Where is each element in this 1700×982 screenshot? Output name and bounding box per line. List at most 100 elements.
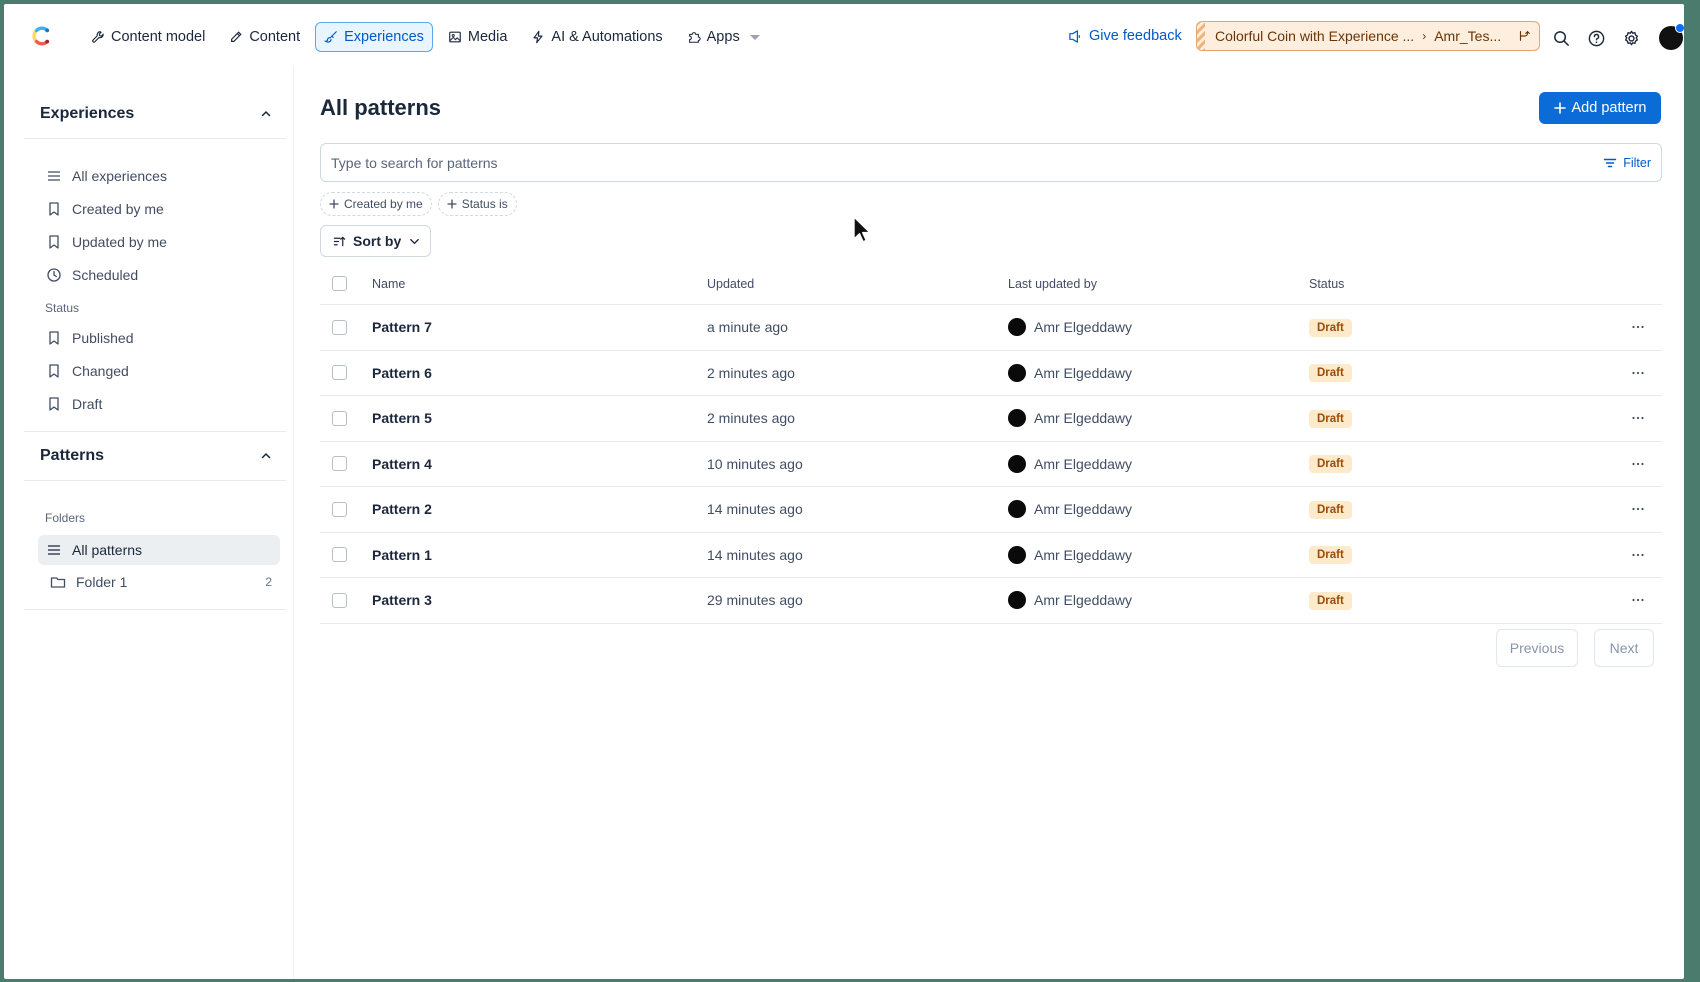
table-row[interactable]: Pattern 2 14 minutes ago Amr Elgeddawy Draf… [320,487,1662,533]
table-row[interactable]: Pattern 4 10 minutes ago Amr Elgeddawy Draf… [320,442,1662,487]
add-pattern-label: Add pattern [1571,100,1647,116]
image-icon [449,31,461,43]
nav-experiences[interactable]: Experiences [315,22,433,52]
folder-icon [50,577,66,588]
sidebar-item-updated-by-me[interactable]: Updated by me [38,227,280,257]
more-options-icon[interactable] [1630,456,1646,472]
row-checkbox[interactable] [332,319,347,335]
main-content: All patterns Add pattern Filter Created … [294,67,1684,979]
list-icon [48,545,60,555]
pattern-name[interactable]: Pattern 5 [372,410,432,426]
app-window: Content model Content Experiences Media … [4,4,1684,979]
sidebar-item-all-experiences[interactable]: All experiences [38,161,280,191]
table-row[interactable]: Pattern 7 a minute ago Amr Elgeddawy Draft [320,305,1662,351]
sidebar-item-published[interactable]: Published [38,323,280,353]
column-name[interactable]: Name [372,277,405,291]
more-options-icon[interactable] [1630,501,1646,517]
sidebar-item-scheduled[interactable]: Scheduled [38,260,280,290]
puzzle-icon [688,32,701,43]
chip-created-by-me[interactable]: Created by me [320,192,432,216]
column-last-updated-by[interactable]: Last updated by [1008,277,1097,291]
select-all-checkbox[interactable] [332,276,347,291]
row-checkbox[interactable] [332,592,347,608]
sidebar-item-changed[interactable]: Changed [38,356,280,386]
nav-content-model[interactable]: Content model [82,22,214,52]
user-name: Amr Elgeddawy [1034,455,1133,472]
more-options-icon[interactable] [1630,410,1646,426]
bookmark-icon [49,397,59,411]
status-badge: Draft [1309,591,1352,610]
column-status[interactable]: Status [1309,277,1344,291]
row-checkbox[interactable] [332,365,347,381]
more-options-icon[interactable] [1630,547,1646,563]
env-space-name: Colorful Coin with Experience ... [1215,28,1415,44]
table-row[interactable]: Pattern 5 2 minutes ago Amr Elgeddawy Draft [320,396,1662,442]
row-checkbox[interactable] [332,410,347,426]
sort-by-button[interactable]: Sort by [320,225,431,257]
pattern-name[interactable]: Pattern 6 [372,365,432,381]
help-icon[interactable] [1587,29,1606,48]
pagination: Previous Next [1496,629,1654,667]
column-updated[interactable]: Updated [707,277,754,291]
next-button[interactable]: Next [1594,629,1654,667]
updated-time: 2 minutes ago [707,410,795,427]
status-badge: Draft [1309,500,1352,519]
table-row[interactable]: Pattern 6 2 minutes ago Amr Elgeddawy Draft [320,351,1662,396]
sidebar-item-label: Scheduled [72,267,139,283]
pattern-name[interactable]: Pattern 3 [372,592,432,608]
user-name: Amr Elgeddawy [1034,319,1133,336]
search-icon[interactable] [1552,29,1571,48]
nav-media[interactable]: Media [439,22,517,52]
chevron-up-icon[interactable] [260,108,272,120]
give-feedback-link[interactable]: Give feedback [1068,28,1182,44]
nav-ai-automations[interactable]: AI & Automations [522,22,671,52]
status-badge: Draft [1309,318,1352,337]
pattern-name[interactable]: Pattern 2 [372,501,432,517]
gear-icon[interactable] [1622,29,1641,48]
experiences-section-header[interactable]: Experiences [24,89,286,139]
folders-label: Folders [45,511,86,525]
pattern-name[interactable]: Pattern 4 [372,456,432,472]
last-updated-by: Amr Elgeddawy [1008,591,1133,610]
nav-content[interactable]: Content [220,22,309,52]
status-badge: Draft [1309,409,1352,428]
status-badge: Draft [1309,364,1352,383]
last-updated-by: Amr Elgeddawy [1008,500,1133,519]
sidebar-item-folder-1[interactable]: Folder 1 2 [38,567,280,597]
chevron-right-icon: › [1422,29,1427,43]
user-name: Amr Elgeddawy [1034,501,1133,518]
last-updated-by: Amr Elgeddawy [1008,363,1132,382]
sidebar-item-draft[interactable]: Draft [38,389,280,419]
table-row[interactable]: Pattern 1 14 minutes ago Amr Elgeddawy Draf… [320,533,1662,578]
patterns-section-header[interactable]: Patterns [24,431,286,481]
table-row[interactable]: Pattern 3 29 minutes ago Amr Elgeddawy Draf… [320,578,1662,624]
sidebar-item-all-patterns[interactable]: All patterns [38,535,280,565]
row-checkbox[interactable] [332,547,347,563]
chevron-up-icon[interactable] [260,450,272,462]
nav-label: Content [249,29,301,45]
environment-switcher[interactable]: Colorful Coin with Experience ... › Amr_… [1196,21,1540,51]
contentful-logo-icon[interactable] [28,24,52,48]
chip-status-is[interactable]: Status is [437,192,517,216]
pattern-name[interactable]: Pattern 1 [372,547,432,563]
pattern-name[interactable]: Pattern 7 [372,319,432,335]
bookmark-icon [49,235,59,249]
nav-label: Apps [706,29,740,45]
last-updated-by: Amr Elgeddawy [1008,409,1132,428]
user-name: Amr Elgeddawy [1034,592,1133,609]
user-avatar[interactable] [1659,23,1684,50]
search-input[interactable] [331,154,1604,171]
more-options-icon[interactable] [1630,592,1646,608]
row-checkbox[interactable] [332,456,347,472]
page-title: All patterns [320,95,442,120]
filter-button[interactable]: Filter [1603,156,1651,170]
more-options-icon[interactable] [1630,365,1646,381]
updated-time: 2 minutes ago [707,364,795,381]
add-pattern-button[interactable]: Add pattern [1539,92,1661,124]
previous-button[interactable]: Previous [1496,629,1578,667]
avatar [1008,318,1026,337]
row-checkbox[interactable] [332,501,347,517]
more-options-icon[interactable] [1630,319,1646,335]
nav-apps[interactable]: Apps [678,22,769,52]
sidebar-item-created-by-me[interactable]: Created by me [38,194,280,224]
